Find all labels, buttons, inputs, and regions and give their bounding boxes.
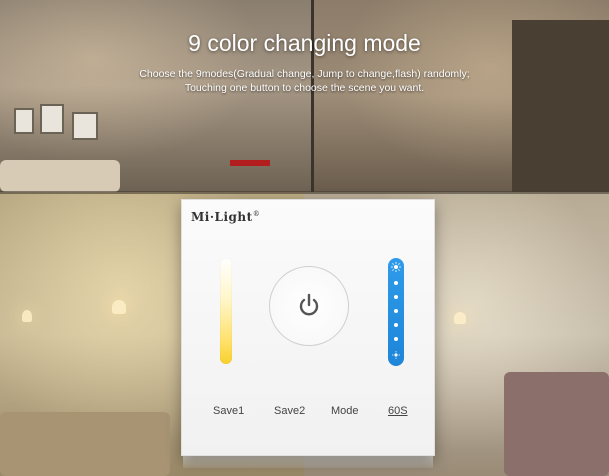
sun-small-icon (392, 351, 400, 359)
red-stool (230, 160, 270, 166)
flower-vase (504, 372, 609, 476)
image-divider (311, 0, 314, 192)
room-top-right-image (312, 0, 609, 192)
wall-lamp (454, 312, 466, 324)
product-scene: 9 color changing mode Choose the 9modes(… (0, 0, 609, 476)
brightness-dot (394, 295, 398, 299)
description-line-2: Touching one button to choose the scene … (184, 82, 425, 94)
save1-button[interactable]: Save1 (213, 405, 244, 417)
wall-frame (40, 104, 64, 134)
save2-button[interactable]: Save2 (274, 405, 305, 417)
wall-lamp (22, 310, 32, 322)
mode-button[interactable]: Mode (331, 405, 359, 417)
image-divider (0, 191, 609, 194)
brand-logo: Mi·Light® (191, 210, 261, 224)
wall-frame (72, 112, 98, 140)
brightness-dot (394, 337, 398, 341)
brightness-dot (394, 309, 398, 313)
sun-icon (391, 262, 401, 272)
wall-control-panel: Mi·Light® Save1 Save2 Mode 60S (181, 199, 435, 456)
power-button[interactable] (269, 266, 349, 346)
room-top-left-image (0, 0, 312, 192)
wall-lamp (112, 300, 126, 314)
bed (0, 412, 170, 476)
color-temperature-slider[interactable] (220, 258, 232, 364)
headline: 9 color changing mode (188, 30, 421, 56)
description-line-1: Choose the 9modes(Gradual change, Jump t… (139, 68, 470, 80)
brightness-dot (394, 323, 398, 327)
power-icon (299, 293, 319, 316)
sofa (0, 160, 120, 192)
brightness-dot (394, 281, 398, 285)
timer-60s-button[interactable]: 60S (388, 405, 408, 417)
brightness-slider[interactable] (388, 258, 404, 366)
wall-frame (14, 108, 34, 134)
